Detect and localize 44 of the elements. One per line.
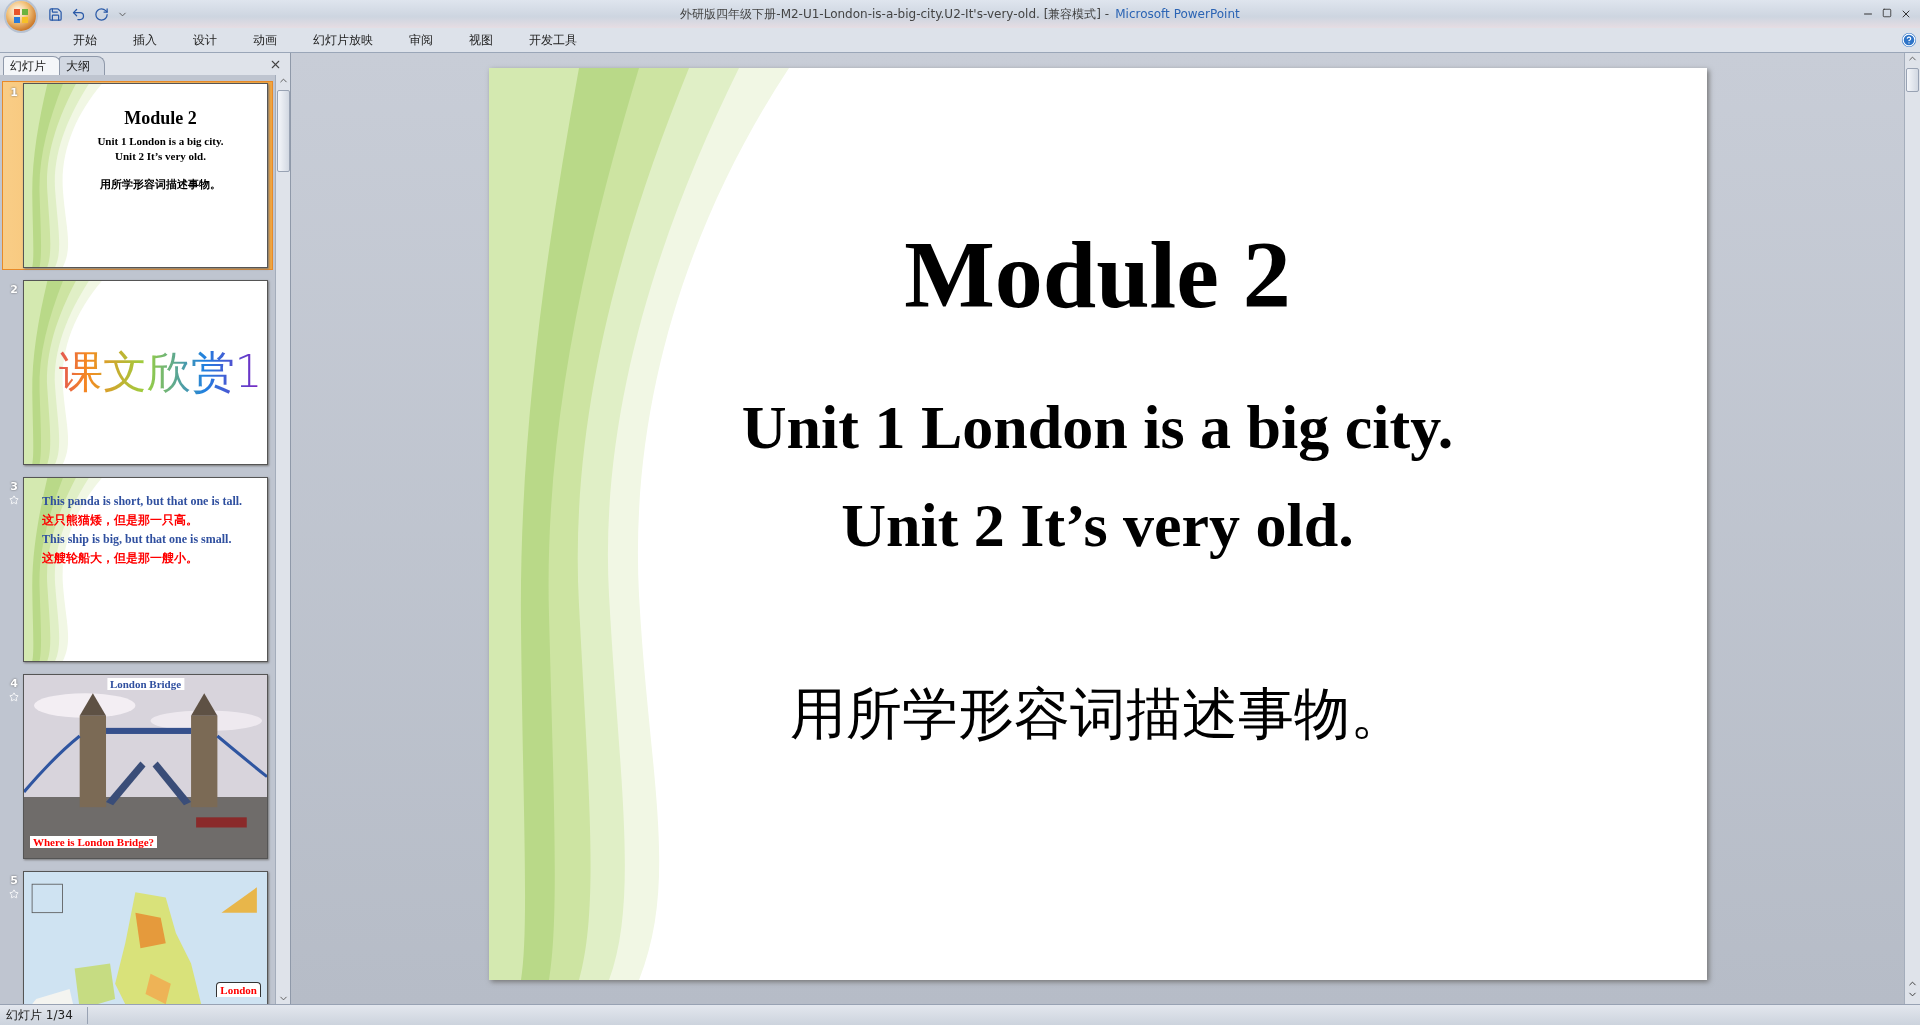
slide-thumbnail[interactable]: 1 Module 2 Unit 1 London is a big city. Unit 2 It’s very old. 用所学形容词描述事物。 [2, 81, 273, 270]
ribbon-tab[interactable]: 审阅 [391, 29, 451, 51]
slide-counter: 幻灯片 1/34 [0, 1006, 88, 1024]
slide-title: Module 2 [124, 107, 197, 130]
slide-text: Unit 2 It’s very old. [115, 149, 206, 164]
ribbon-tab[interactable]: 开发工具 [511, 29, 595, 51]
slide-number: 3 [10, 480, 18, 493]
slide-text: 这艘轮船大，但是那一艘小。 [41, 551, 199, 566]
window-title: 外研版四年级下册-M2-U1-London-is-a-big-city.U2-It's-very-old. [兼容模式] - [680, 6, 1110, 21]
slide-text: 这只熊猫矮，但是那一只高。 [41, 513, 199, 528]
ribbon-tab[interactable]: 视图 [451, 29, 511, 51]
panel-tab[interactable]: 幻灯片 [3, 56, 61, 75]
slide-text: 用所学形容词描述事物。 [789, 680, 1406, 748]
maximize-icon[interactable] [1882, 8, 1892, 20]
squares-icon [13, 8, 29, 24]
slide-caption: Where is London Bridge? [30, 836, 158, 848]
slide-number: 4 [10, 677, 18, 690]
scrollbar-thumb[interactable] [1906, 68, 1919, 92]
slide-text: Unit 1 London is a big city. [97, 134, 224, 150]
redo-icon[interactable] [94, 6, 109, 22]
close-icon[interactable] [1900, 8, 1912, 20]
map-label: London [216, 982, 261, 997]
slide-text: This ship is big, but that one is small. [41, 532, 233, 547]
office-button[interactable] [6, 1, 36, 31]
slide-number: 2 [10, 283, 18, 296]
slide-text: This panda is short, but that one is tall. [41, 494, 244, 509]
slide-number: 5 [10, 874, 18, 887]
ribbon-tab[interactable]: 幻灯片放映 [295, 29, 391, 51]
ribbon-tab[interactable]: 设计 [175, 29, 235, 51]
slide-subtitle: Unit 1 London is a big city. [741, 392, 1454, 463]
app-name: Microsoft PowerPoint [1115, 6, 1240, 21]
save-icon[interactable] [48, 6, 63, 22]
slide-number: 1 [10, 86, 18, 99]
ribbon-tab[interactable]: 开始 [55, 29, 115, 51]
slide-title: Module 2 [904, 220, 1291, 330]
ribbon-tab[interactable]: 插入 [115, 29, 175, 51]
ribbon-tab[interactable]: 动画 [235, 29, 295, 51]
slide-caption: London Bridge [106, 678, 185, 690]
undo-icon[interactable] [71, 6, 86, 22]
slide-text: 用所学形容词描述事物。 [100, 178, 221, 193]
help-icon[interactable] [1902, 33, 1916, 47]
panel-tab[interactable]: 大纲 [59, 56, 105, 75]
slide-subtitle: Unit 2 It’s very old. [841, 490, 1354, 561]
scrollbar-thumb[interactable] [276, 90, 290, 172]
